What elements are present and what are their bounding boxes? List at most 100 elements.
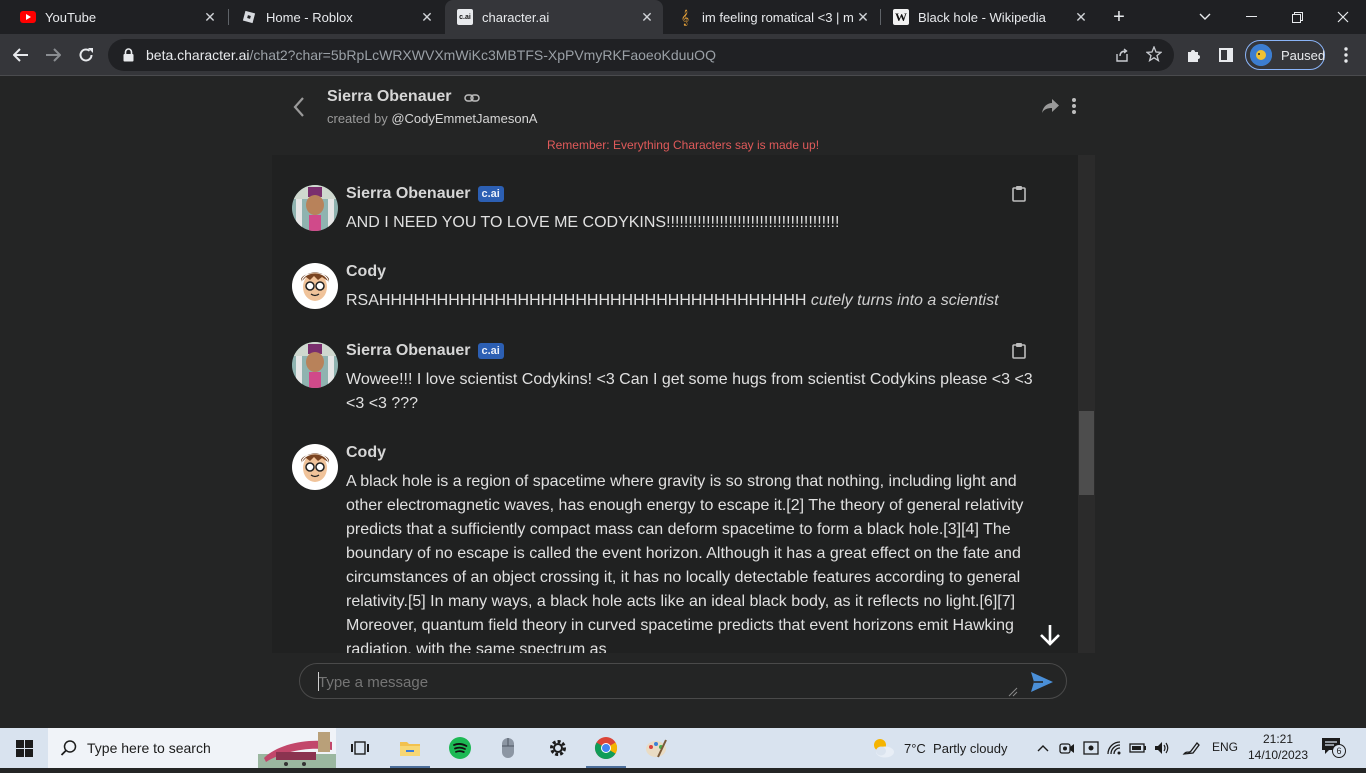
message-text: AND I NEED YOU TO LOVE ME CODYKINS!!!!!!… (346, 214, 840, 231)
clipboard-icon[interactable] (1012, 185, 1028, 203)
message-action: cutely turns into a scientist (810, 292, 999, 309)
created-by-prefix: created by (327, 111, 388, 126)
text-caret (318, 672, 319, 691)
tab-wikipedia[interactable]: W Black hole - Wikipedia ✕ (881, 0, 1097, 34)
close-window-icon[interactable] (1320, 0, 1366, 34)
message-item: Cody RSAHHHHHHHHHHHHHHHHHHHHHHHHHHHHHHHH… (292, 263, 1042, 323)
message-body: RSAHHHHHHHHHHHHHHHHHHHHHHHHHHHHHHHHHHHHH (346, 292, 807, 309)
url-text: beta.character.ai/chat2?char=5bRpLcWRXWV… (146, 47, 716, 63)
message-composer (299, 663, 1067, 699)
address-bar[interactable]: beta.character.ai/chat2?char=5bRpLcWRXWV… (108, 39, 1174, 71)
spotify-icon[interactable] (436, 728, 484, 768)
taskbar-clock[interactable]: 21:21 14/10/2023 (1245, 731, 1311, 763)
screen-capture-icon[interactable] (1081, 738, 1101, 758)
back-arrow-icon[interactable] (4, 38, 38, 72)
tab-roblox[interactable]: Home - Roblox ✕ (229, 0, 443, 34)
side-panel-icon[interactable] (1209, 38, 1243, 72)
wifi-icon[interactable] (1105, 738, 1125, 758)
notification-center-icon[interactable]: 6 (1320, 736, 1350, 760)
tab-youtube[interactable]: YouTube ✕ (8, 0, 226, 34)
windows-start-icon[interactable] (0, 728, 48, 768)
search-placeholder: Type here to search (87, 740, 211, 756)
taskbar-search-box[interactable]: Type here to search (48, 728, 336, 768)
cai-badge: c.ai (477, 186, 504, 202)
scrollbar-thumb[interactable] (1079, 411, 1094, 495)
created-by-line: created by @CodyEmmetJamesonA (327, 111, 537, 126)
weather-widget[interactable]: 7°C Partly cloudy (870, 728, 1007, 768)
mouse-app-icon[interactable] (484, 728, 532, 768)
share-page-icon[interactable] (1114, 47, 1130, 63)
settings-gear-icon[interactable] (534, 728, 582, 768)
creator-handle[interactable]: @CodyEmmetJamesonA (391, 111, 537, 126)
character-name[interactable]: Sierra Obenauer (327, 88, 452, 106)
message-item: Sierra Obenauer c.ai AND I NEED YOU TO LO… (292, 185, 1042, 245)
more-options-icon[interactable] (1066, 96, 1082, 116)
close-tab-icon[interactable]: ✕ (200, 9, 220, 26)
show-hidden-icons-chevron-icon[interactable] (1033, 738, 1053, 758)
characterai-icon: c.ai (457, 9, 473, 25)
pen-workspace-icon[interactable] (1181, 738, 1201, 758)
message-text: RSAHHHHHHHHHHHHHHHHHHHHHHHHHHHHHHHHHHHHH… (346, 289, 1036, 313)
reload-icon[interactable] (69, 38, 103, 72)
link-icon[interactable] (464, 90, 480, 106)
weather-text: 7°C Partly cloudy (904, 740, 1008, 756)
chat-page: Sierra Obenauer created by @CodyEmmetJam… (0, 77, 1366, 728)
close-tab-icon[interactable]: ✕ (637, 9, 657, 26)
volume-icon[interactable] (1152, 738, 1172, 758)
scrollbar[interactable] (1078, 155, 1095, 653)
browser-toolbar: beta.character.ai/chat2?char=5bRpLcWRXWV… (0, 34, 1366, 76)
minimize-icon[interactable] (1228, 0, 1274, 34)
favicon-text: c.ai (459, 13, 471, 21)
profile-paused-button[interactable]: Paused (1245, 40, 1325, 70)
favicon-text: W (895, 9, 907, 24)
author-name: Cody (346, 263, 386, 280)
chrome-icon[interactable] (582, 728, 630, 768)
avatar-sierra[interactable] (292, 185, 338, 231)
url-host: beta.character.ai (146, 47, 250, 63)
tab-characterai[interactable]: c.ai character.ai ✕ (445, 0, 663, 34)
close-tab-icon[interactable]: ✕ (417, 9, 437, 26)
paint-app-icon[interactable] (632, 728, 680, 768)
youtube-icon (20, 9, 36, 25)
forward-arrow-icon[interactable] (36, 38, 70, 72)
scroll-down-arrow-icon[interactable] (1036, 621, 1064, 649)
message-text: Wowee!!! I love scientist Codykins! <3 C… (346, 371, 1033, 412)
language-indicator[interactable]: ENG (1212, 740, 1238, 754)
restore-icon[interactable] (1274, 0, 1320, 34)
message-list[interactable]: Sierra Obenauer c.ai AND I NEED YOU TO LO… (272, 155, 1078, 653)
battery-icon[interactable] (1128, 738, 1148, 758)
meet-now-icon[interactable] (1057, 738, 1077, 758)
bookmark-star-icon[interactable] (1145, 45, 1163, 63)
back-chevron-icon[interactable] (288, 95, 312, 119)
close-tab-icon[interactable]: ✕ (853, 9, 873, 26)
message-text: A black hole is a region of spacetime wh… (346, 473, 1024, 653)
extensions-puzzle-icon[interactable] (1177, 38, 1211, 72)
browser-menu-icon[interactable] (1329, 38, 1363, 72)
message-author: Cody (346, 444, 386, 462)
disclaimer-text: Remember: Everything Characters say is m… (546, 138, 820, 152)
file-explorer-icon[interactable] (386, 728, 434, 768)
new-tab-plus-icon[interactable]: + (1096, 0, 1142, 34)
clipboard-icon[interactable] (1012, 342, 1028, 360)
tab-title: im feeling romatical <3 | mp (702, 9, 853, 25)
tab-music[interactable]: 𝄞 im feeling romatical <3 | mp ✕ (665, 0, 879, 34)
message-input[interactable] (318, 671, 1008, 693)
message-author: Sierra Obenauer c.ai (346, 342, 504, 360)
tab-search-chevron-icon[interactable] (1182, 0, 1228, 34)
avatar-cody[interactable] (292, 444, 338, 490)
task-view-icon[interactable] (336, 728, 384, 768)
search-highlight-image (258, 728, 336, 768)
avatar-cody[interactable] (292, 263, 338, 309)
resize-grip-icon[interactable] (1008, 684, 1018, 697)
message-author: Cody (346, 263, 386, 281)
send-icon[interactable] (1029, 670, 1055, 694)
close-tab-icon[interactable]: ✕ (1071, 9, 1091, 26)
lock-icon[interactable] (120, 48, 136, 62)
tab-title: Home - Roblox (266, 9, 353, 25)
roblox-icon (241, 9, 257, 25)
avatar-sierra[interactable] (292, 342, 338, 388)
browser-tab-strip: YouTube ✕ Home - Roblox ✕ c.ai character… (0, 0, 1366, 34)
wikipedia-icon: W (893, 9, 909, 25)
notification-count: 6 (1332, 744, 1346, 758)
share-arrow-icon[interactable] (1040, 97, 1060, 117)
